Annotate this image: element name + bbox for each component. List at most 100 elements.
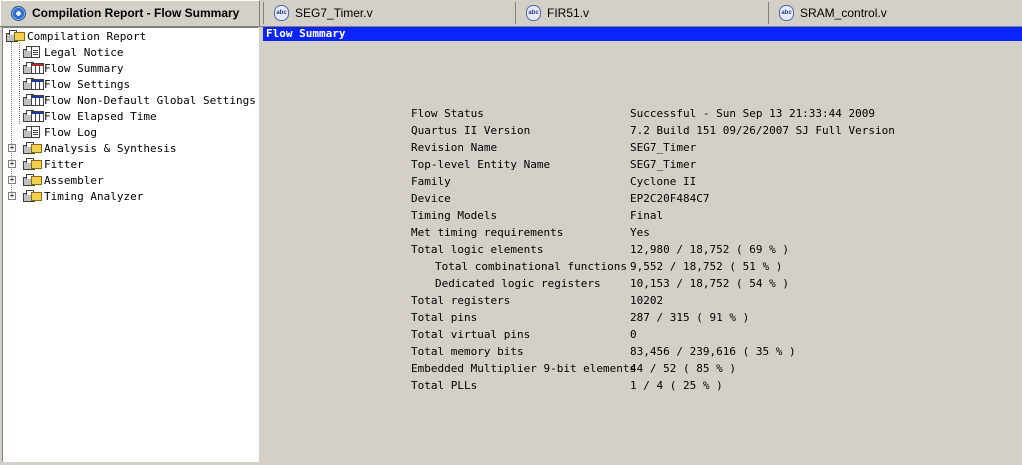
- tree-item-label: Timing Analyzer: [44, 189, 144, 203]
- summary-row: Flow Status Successful - Sun Sep 13 21:33…: [263, 105, 1022, 122]
- summary-value: Final: [630, 209, 664, 222]
- summary-row: Total PLLs 1 / 4 ( 25 % ): [263, 377, 1022, 394]
- tree-item-label: Fitter: [44, 157, 84, 171]
- summary-value: 7.2 Build 151 09/26/2007 SJ Full Version: [630, 124, 895, 137]
- tab-seg7-timer[interactable]: abc SEG7_Timer.v: [263, 2, 515, 24]
- expand-fitter-icon[interactable]: +: [8, 160, 16, 168]
- summary-key: Embedded Multiplier 9-bit elements: [411, 362, 637, 375]
- tree-item-fitter[interactable]: Fitter: [23, 156, 84, 172]
- summary-value: Cyclone II: [630, 175, 697, 188]
- summary-row: Device EP2C20F484C7: [263, 190, 1022, 207]
- tab-label: SRAM_control.v: [800, 6, 887, 20]
- summary-value: 83,456 / 239,616 ( 35 % ): [630, 345, 796, 358]
- expand-analysis-synthesis-icon[interactable]: +: [8, 144, 16, 152]
- tree-root-compilation-report[interactable]: Compilation Report: [6, 28, 146, 44]
- summary-key: Revision Name: [411, 141, 498, 154]
- summary-value: 12,980 / 18,752 ( 69 % ): [630, 243, 789, 256]
- folder-icon: [23, 173, 42, 187]
- tree-item-timing-analyzer[interactable]: Timing Analyzer: [23, 188, 143, 204]
- tree-item-flow-settings[interactable]: Flow Settings: [23, 76, 130, 92]
- summary-key: Total registers: [411, 294, 511, 307]
- tree-item-label: Analysis & Synthesis: [44, 141, 177, 155]
- tab-label: SEG7_Timer.v: [295, 6, 373, 20]
- verilog-file-icon: abc: [274, 5, 289, 21]
- summary-row: Top-level Entity Name SEG7_Timer: [263, 156, 1022, 173]
- report-tree: Compilation Report Legal Notice Flow Sum…: [2, 27, 259, 462]
- summary-key: Met timing requirements: [411, 226, 564, 239]
- summary-value: SEG7_Timer: [630, 158, 697, 171]
- abc-icon-text: abc: [274, 5, 289, 21]
- summary-value: 10,153 / 18,752 ( 54 % ): [630, 277, 789, 290]
- summary-value: 9,552 / 18,752 ( 51 % ): [630, 260, 783, 273]
- summary-key: Total PLLs: [411, 379, 478, 392]
- summary-value: 0: [630, 328, 637, 341]
- expand-timing-analyzer-icon[interactable]: +: [8, 192, 16, 200]
- tree-item-flow-summary[interactable]: Flow Summary: [23, 60, 123, 76]
- tree-item-assembler[interactable]: Assembler: [23, 172, 104, 188]
- tab-compilation-report[interactable]: Compilation Report - Flow Summary: [0, 0, 260, 26]
- tree-item-flow-log[interactable]: Flow Log: [23, 124, 97, 140]
- document-icon: [23, 45, 41, 59]
- summary-value: 1 / 4 ( 25 % ): [630, 379, 723, 392]
- summary-row: Quartus II Version 7.2 Build 151 09/26/20…: [263, 122, 1022, 139]
- summary-row: Total memory bits 83,456 / 239,616 ( 35 %…: [263, 343, 1022, 360]
- tree-item-legal-notice[interactable]: Legal Notice: [23, 44, 123, 60]
- summary-value: 287 / 315 ( 91 % ): [630, 311, 750, 324]
- tree-item-label: Flow Non-Default Global Settings: [44, 93, 256, 107]
- summary-row: Family Cyclone II: [263, 173, 1022, 190]
- summary-value: 44 / 52 ( 85 % ): [630, 362, 736, 375]
- table-icon: [23, 93, 44, 107]
- summary-value: 10202: [630, 294, 664, 307]
- tree-item-analysis-synthesis[interactable]: Analysis & Synthesis: [23, 140, 176, 156]
- summary-row: Revision Name SEG7_Timer: [263, 139, 1022, 156]
- compilation-report-icon: [11, 5, 26, 21]
- summary-row: Dedicated logic registers 10,153 / 18,752…: [263, 275, 1022, 292]
- summary-value: EP2C20F484C7: [630, 192, 710, 205]
- tab-sram-control[interactable]: abc SRAM_control.v: [768, 2, 1022, 24]
- tree-root-label: Compilation Report: [27, 29, 147, 43]
- summary-row: Met timing requirements Yes: [263, 224, 1022, 241]
- summary-key: Total logic elements: [411, 243, 544, 256]
- summary-row: Timing Models Final: [263, 207, 1022, 224]
- summary-row: Total combinational functions 9,552 / 18,…: [263, 258, 1022, 275]
- tab-fir51[interactable]: abc FIR51.v: [515, 2, 768, 24]
- tree-item-label: Legal Notice: [44, 45, 124, 59]
- table-icon: [23, 109, 44, 123]
- folder-icon: [23, 157, 42, 171]
- pane-title: Flow Summary: [263, 27, 1022, 41]
- summary-key: Device: [411, 192, 451, 205]
- table-icon: [23, 61, 44, 75]
- tree-item-label: Flow Log: [44, 125, 97, 139]
- tree-item-label: Flow Settings: [44, 77, 131, 91]
- summary-key: Total pins: [411, 311, 478, 324]
- tree-connector: [19, 43, 20, 124]
- summary-key: Total virtual pins: [411, 328, 531, 341]
- expand-assembler-icon[interactable]: +: [8, 176, 16, 184]
- summary-row: Total virtual pins 0: [263, 326, 1022, 343]
- abc-icon-text: abc: [779, 5, 794, 21]
- table-icon: [23, 77, 44, 91]
- tree-item-flow-elapsed-time[interactable]: Flow Elapsed Time: [23, 108, 157, 124]
- summary-row: Total logic elements 12,980 / 18,752 ( 69…: [263, 241, 1022, 258]
- flow-summary-pane: Flow Summary Flow Status Successful - Sun…: [263, 27, 1022, 465]
- document-icon: [23, 125, 41, 139]
- tree-connector: [11, 42, 12, 196]
- tree-item-label: Assembler: [44, 173, 104, 187]
- summary-row: Total registers 10202: [263, 292, 1022, 309]
- summary-key: Flow Status: [411, 107, 484, 120]
- summary-key: Quartus II Version: [411, 124, 531, 137]
- tree-item-label: Flow Elapsed Time: [44, 109, 157, 123]
- summary-key: Family: [411, 175, 451, 188]
- tab-label: Compilation Report - Flow Summary: [32, 6, 240, 20]
- abc-icon-text: abc: [526, 5, 541, 21]
- report-folder-icon: [6, 29, 25, 43]
- summary-key: Top-level Entity Name: [411, 158, 551, 171]
- folder-icon: [23, 141, 42, 155]
- tree-item-flow-non-default-global-settings[interactable]: Flow Non-Default Global Settings: [23, 92, 256, 108]
- summary-key: Timing Models: [411, 209, 498, 222]
- summary-key: Total memory bits: [411, 345, 524, 358]
- summary-row: Embedded Multiplier 9-bit elements 44 / 5…: [263, 360, 1022, 377]
- folder-icon: [23, 189, 42, 203]
- verilog-file-icon: abc: [526, 5, 541, 21]
- summary-value: Yes: [630, 226, 650, 239]
